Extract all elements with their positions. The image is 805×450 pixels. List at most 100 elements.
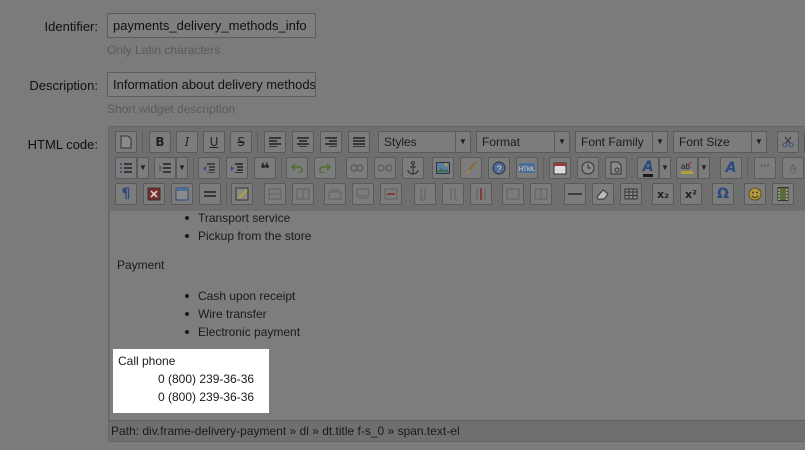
insert-time-icon[interactable] [577,157,599,179]
insert-row-after-icon[interactable] [352,183,374,205]
split-cells-icon[interactable] [502,183,524,205]
font-size-dropdown-label: Font Size [679,135,730,149]
layer-icon[interactable] [171,183,193,205]
link-icon[interactable] [346,157,368,179]
bullet-list-icon[interactable] [115,157,137,179]
insert-col-after-icon[interactable] [442,183,464,205]
align-left-icon[interactable] [264,131,286,153]
call-phone-block[interactable]: Call phone 0 (800) 239-36-36 0 (800) 239… [113,349,269,413]
chevron-down-icon: ▼ [652,132,667,152]
bold-button[interactable]: B [149,131,171,153]
align-right-icon[interactable] [320,131,342,153]
identifier-label: Identifier: [44,19,98,34]
font-size-dropdown[interactable]: Font Size ▼ [673,131,767,153]
table-row-props-icon[interactable] [264,183,286,205]
delivery-list: Transport service Pickup from the store [182,211,311,245]
table-cell-props-icon[interactable] [292,183,314,205]
list-item: Pickup from the store [182,227,311,245]
insert-col-before-icon[interactable] [414,183,436,205]
undo-icon[interactable] [286,157,308,179]
edit-table-icon[interactable] [231,183,253,205]
cite-icon[interactable]: A̲ [782,157,804,179]
phone-number: 0 (800) 239-36-36 [158,390,255,404]
styles-dropdown-label: Styles [384,135,417,149]
new-document-icon[interactable] [115,131,137,153]
help-icon[interactable]: ? [488,157,510,179]
html-source-icon[interactable]: HTML [516,157,538,179]
highlight-color-icon[interactable]: ab [676,157,698,179]
text-color-glyph: A [642,158,654,177]
insert-media-icon[interactable] [772,183,794,205]
strikethrough-button[interactable]: S [230,131,252,153]
payment-heading: Payment [117,258,165,272]
horizontal-rule-icon[interactable] [199,183,221,205]
description-input[interactable]: Information about delivery methods [107,72,316,97]
list-item: Wire transfer [182,305,300,323]
toolbar-separator [281,157,282,179]
format-dropdown[interactable]: Format ▼ [476,131,570,153]
indent-icon[interactable] [226,157,248,179]
unlink-icon[interactable] [374,157,396,179]
align-center-icon[interactable] [292,131,314,153]
description-label: Description: [29,78,98,93]
chevron-down-icon[interactable]: ▼ [176,157,188,179]
text-color-icon[interactable]: A [637,157,659,179]
svg-text:?: ? [496,164,501,174]
insert-image-icon[interactable] [432,157,454,179]
insert-row-before-icon[interactable] [324,183,346,205]
chevron-down-icon[interactable]: ▼ [137,157,149,179]
insert-table-icon[interactable] [620,183,642,205]
element-path-bar: Path: div.frame-delivery-payment » dl » … [109,420,805,442]
anchor-icon[interactable] [402,157,424,179]
svg-text:HTML: HTML [519,167,535,173]
clear-formatting-icon[interactable]: A [720,157,742,179]
list-item: Cash upon receipt [182,287,300,305]
toolbar-separator [257,131,258,153]
remove-element-icon[interactable] [143,183,165,205]
chevron-down-icon: ▼ [554,132,569,152]
chevron-down-icon[interactable]: ▼ [659,157,671,179]
toolbar-separator [226,183,227,205]
editor-content-area[interactable]: Transport service Pickup from the store … [110,211,805,420]
list-item: Transport service [182,211,311,227]
eraser-icon[interactable] [592,183,614,205]
identifier-input[interactable]: payments_delivery_methods_info [107,13,316,38]
toolbar-separator [543,157,544,179]
styles-dropdown[interactable]: Styles ▼ [378,131,471,153]
cleanup-brush-icon[interactable] [460,157,482,179]
italic-button[interactable]: I [176,131,198,153]
chevron-down-icon[interactable]: ▼ [698,157,710,179]
subscript-icon[interactable]: x₂ [652,183,674,205]
special-char-icon[interactable]: Ω [712,183,734,205]
chevron-down-icon: ▼ [751,132,766,152]
delete-col-icon[interactable] [470,183,492,205]
clear-formatting-glyph: A [725,160,737,176]
phone-number: 0 (800) 239-36-36 [158,372,255,386]
font-family-dropdown-label: Font Family [581,135,644,149]
toolbar-separator [747,157,748,179]
quote-icon[interactable]: ❛❛❜ [754,157,776,179]
superscript-icon[interactable]: x² [680,183,702,205]
redo-icon[interactable] [314,157,336,179]
toolbar-separator [193,157,194,179]
numbered-list-icon[interactable] [154,157,176,179]
cut-icon[interactable] [777,131,799,153]
delete-row-icon[interactable] [380,183,402,205]
outdent-icon[interactable] [198,157,220,179]
merge-cells-icon[interactable] [530,183,552,205]
insert-date-icon[interactable] [549,157,571,179]
blockquote-icon[interactable]: ❝ [254,157,276,179]
font-family-dropdown[interactable]: Font Family ▼ [575,131,668,153]
payment-list: Cash upon receipt Wire transfer Electron… [182,287,300,341]
call-phone-label: Call phone [118,354,176,368]
horizontal-line-icon[interactable] [564,183,586,205]
preview-icon[interactable] [605,157,627,179]
emoticon-icon[interactable] [744,183,766,205]
description-hint: Short widget description [107,102,236,116]
pilcrow-icon[interactable]: ¶ [115,183,137,205]
align-justify-icon[interactable] [348,131,370,153]
underline-button[interactable]: U [203,131,225,153]
html-editor: B I U S Styles ▼ Format ▼ Font Family ▼ [108,126,805,442]
html-code-label: HTML code: [27,137,98,152]
list-item: Electronic payment [182,323,300,341]
